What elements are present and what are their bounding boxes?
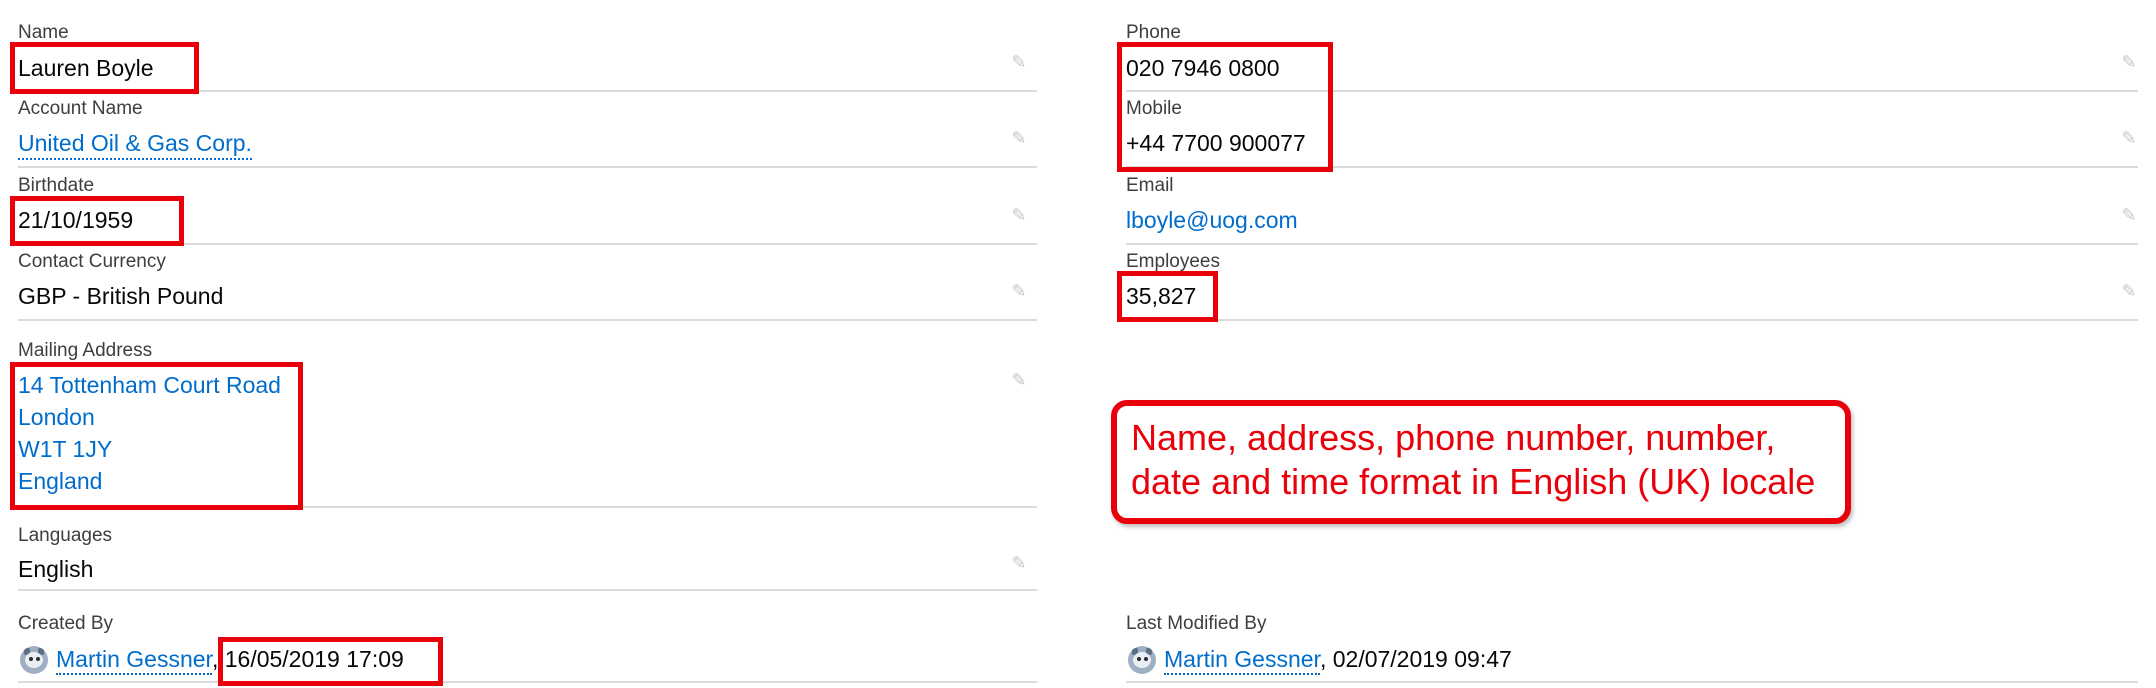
pencil-icon[interactable]: ✎	[1008, 205, 1030, 227]
divider	[18, 589, 1037, 591]
divider	[1126, 243, 2138, 245]
languages-value: English	[18, 556, 94, 582]
field-languages: Languages English ✎	[18, 525, 1037, 591]
pencil-icon[interactable]: ✎	[1008, 553, 1030, 575]
callout-line-1: Name, address, phone number, number,	[1131, 417, 1776, 458]
pencil-icon[interactable]: ✎	[1008, 52, 1030, 74]
pencil-icon[interactable]: ✎	[2118, 52, 2140, 74]
divider	[1126, 319, 2138, 321]
divider	[18, 166, 1037, 168]
field-label: Contact Currency	[18, 251, 166, 272]
avatar-icon	[1128, 646, 1156, 674]
highlight-phone-mobile	[1117, 42, 1333, 172]
pencil-icon[interactable]: ✎	[1008, 128, 1030, 150]
highlight-address	[10, 362, 303, 510]
field-label: Employees	[1126, 251, 1220, 272]
modified-by-row: Martin Gessner, 02/07/2019 09:47	[1164, 646, 1512, 675]
field-label: Birthdate	[18, 175, 95, 196]
field-label: Email	[1126, 175, 1174, 196]
pencil-icon[interactable]: ✎	[2118, 205, 2140, 227]
field-label: Languages	[18, 525, 113, 546]
pencil-icon[interactable]: ✎	[1008, 281, 1030, 303]
field-label: Phone	[1126, 22, 1181, 43]
field-email: Email lboyle@uog.com ✎	[1126, 175, 2138, 245]
highlight-birthdate	[10, 196, 184, 246]
field-label: Mailing Address	[18, 340, 153, 361]
field-last-modified-by: Last Modified By Martin Gessner, 02/07/2…	[1126, 613, 2138, 683]
avatar-icon	[20, 646, 48, 674]
currency-value: GBP - British Pound	[18, 283, 224, 309]
field-contact-currency: Contact Currency GBP - British Pound ✎	[18, 251, 1037, 321]
divider	[1126, 681, 2138, 683]
email-link[interactable]: lboyle@uog.com	[1126, 207, 1298, 234]
field-created-by: Created By Martin Gessner, 16/05/2019 17…	[18, 613, 1037, 683]
highlight-name	[10, 42, 199, 94]
divider	[18, 681, 1037, 683]
callout-line-2: date and time format in English (UK) loc…	[1131, 461, 1816, 502]
separator: ,	[1319, 646, 1327, 672]
field-label: Name	[18, 22, 69, 43]
modified-by-user-link[interactable]: Martin Gessner	[1164, 646, 1320, 675]
highlight-employees	[1117, 271, 1218, 322]
pencil-icon[interactable]: ✎	[2118, 128, 2140, 150]
modified-datetime: 02/07/2019 09:47	[1332, 646, 1512, 672]
created-by-user-link[interactable]: Martin Gessner	[56, 646, 212, 675]
field-label: Last Modified By	[1126, 613, 1267, 634]
pencil-icon[interactable]: ✎	[2118, 281, 2140, 303]
highlight-created-datetime	[218, 637, 443, 686]
field-label: Created By	[18, 613, 114, 634]
divider	[18, 319, 1037, 321]
pencil-icon[interactable]: ✎	[1008, 370, 1030, 392]
field-label: Account Name	[18, 98, 143, 119]
locale-callout: Name, address, phone number, number, dat…	[1111, 400, 1851, 524]
field-employees: Employees 35,827 ✎	[1126, 251, 2138, 321]
account-name-link[interactable]: United Oil & Gas Corp.	[18, 130, 252, 160]
field-account-name: Account Name United Oil & Gas Corp. ✎	[18, 98, 1037, 168]
